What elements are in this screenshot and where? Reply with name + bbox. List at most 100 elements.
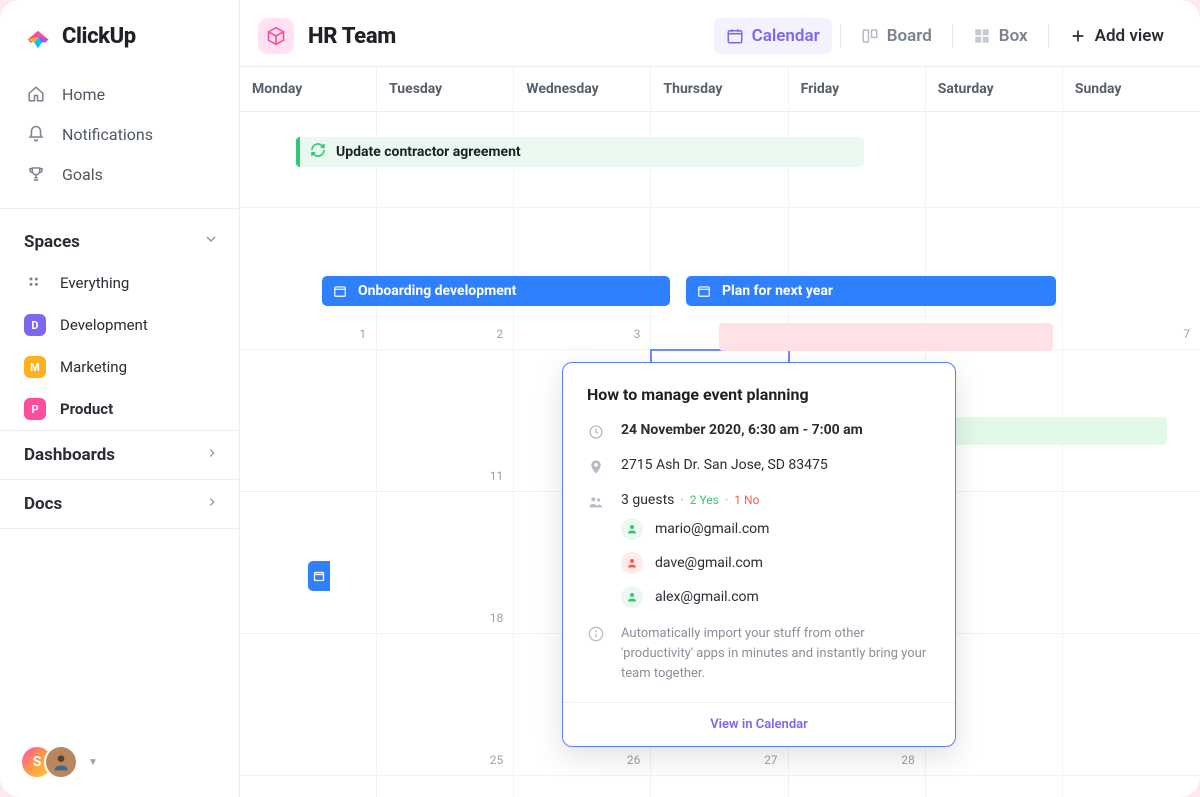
space-marketing[interactable]: M Marketing — [0, 346, 239, 388]
calendar-cell[interactable]: 11 — [377, 350, 514, 492]
sidebar: ClickUp Home Notifications Goals — [0, 0, 240, 797]
tab-board[interactable]: Board — [849, 18, 944, 54]
calendar-cell[interactable]: 1 — [651, 776, 788, 797]
calendar-cell[interactable]: 3 — [926, 776, 1063, 797]
day-number: 26 — [627, 753, 641, 767]
spaces-header-label: Spaces — [24, 232, 80, 252]
nav-home[interactable]: Home — [12, 74, 227, 114]
calendar-header: Monday Tuesday Wednesday Thursday Friday… — [240, 67, 1200, 112]
event-bar[interactable] — [719, 323, 1053, 351]
chevron-down-icon — [203, 231, 219, 252]
nav-goals[interactable]: Goals — [12, 154, 227, 194]
space-everything-label: Everything — [60, 274, 129, 292]
user-icon — [621, 518, 643, 540]
calendar-cell[interactable] — [240, 350, 377, 492]
main: HR Team Calendar Board — [240, 0, 1200, 797]
guests-count: 3 guests — [621, 492, 674, 508]
topbar: HR Team Calendar Board — [240, 0, 1200, 67]
event-title: Onboarding development — [358, 283, 516, 299]
nav-home-label: Home — [62, 85, 105, 104]
guests-yes: 2 Yes — [690, 493, 719, 507]
tab-box[interactable]: Box — [961, 18, 1040, 54]
section-docs[interactable]: Docs — [0, 479, 239, 529]
space-label: Product — [60, 400, 113, 418]
guest-email: dave@gmail.com — [655, 555, 763, 571]
clock-icon — [587, 423, 605, 441]
section-docs-label: Docs — [24, 494, 62, 514]
calendar-cell[interactable]: 29 — [240, 776, 377, 797]
tab-calendar[interactable]: Calendar — [714, 18, 832, 54]
guest-email: alex@gmail.com — [655, 589, 759, 605]
board-icon — [861, 27, 879, 45]
workspace-icon[interactable] — [258, 18, 294, 54]
grid-icon — [24, 272, 46, 294]
divider — [1048, 25, 1049, 47]
calendar-cell[interactable] — [1063, 112, 1200, 208]
calendar-cell[interactable]: 18 — [377, 492, 514, 634]
calendar-cell[interactable] — [1063, 634, 1200, 776]
calendar-cell[interactable]: 31 — [514, 776, 651, 797]
avatar-stack: S — [20, 745, 78, 779]
caret-down-icon: ▼ — [88, 757, 98, 768]
calendar-cell[interactable]: 2 — [789, 776, 926, 797]
home-icon — [26, 84, 46, 104]
nav-notifications[interactable]: Notifications — [12, 114, 227, 154]
weekday: Saturday — [926, 67, 1063, 111]
view-tabs: Calendar Board Box — [714, 18, 1176, 54]
calendar-cell[interactable]: 25 — [377, 634, 514, 776]
weekday: Tuesday — [377, 67, 514, 111]
chevron-right-icon — [205, 494, 219, 514]
tab-box-label: Box — [999, 26, 1028, 46]
weekday: Monday — [240, 67, 377, 111]
calendar-cell[interactable] — [926, 112, 1063, 208]
calendar-icon — [696, 283, 712, 299]
space-label: Marketing — [60, 358, 127, 376]
calendar: Monday Tuesday Wednesday Thursday Friday… — [240, 67, 1200, 797]
space-badge: M — [24, 356, 46, 378]
event-stub[interactable] — [308, 561, 330, 591]
view-in-calendar-link[interactable]: View in Calendar — [563, 702, 955, 746]
space-badge: P — [24, 398, 46, 420]
logo[interactable]: ClickUp — [0, 0, 239, 68]
spaces-header[interactable]: Spaces — [0, 217, 239, 262]
calendar-cell[interactable] — [1063, 492, 1200, 634]
divider — [0, 208, 239, 209]
plus-icon — [1069, 27, 1087, 45]
calendar-cell[interactable] — [240, 634, 377, 776]
info-icon — [587, 625, 605, 643]
recurring-icon — [310, 142, 326, 162]
guest-row: mario@gmail.com — [621, 518, 931, 540]
add-view-button[interactable]: Add view — [1057, 18, 1176, 54]
day-number: 18 — [490, 611, 504, 625]
space-development[interactable]: D Development — [0, 304, 239, 346]
space-label: Development — [60, 316, 148, 334]
people-icon — [587, 493, 605, 511]
tab-board-label: Board — [887, 26, 932, 46]
bell-icon — [26, 124, 46, 144]
nav-notifications-label: Notifications — [62, 125, 153, 144]
weekday: Friday — [789, 67, 926, 111]
day-number: 1 — [359, 327, 366, 341]
calendar-cell[interactable]: 4 — [1063, 776, 1200, 797]
workspace-title: HR Team — [308, 24, 396, 49]
space-product[interactable]: P Product — [0, 388, 239, 430]
section-dashboards[interactable]: Dashboards — [0, 430, 239, 479]
logo-text: ClickUp — [62, 24, 136, 49]
box-icon — [973, 27, 991, 45]
guests-no: 1 No — [734, 493, 759, 507]
calendar-icon — [332, 283, 348, 299]
event-contractor[interactable]: Update contractor agreement — [296, 137, 864, 167]
user-menu[interactable]: S ▼ — [0, 727, 239, 797]
popover-location: 2715 Ash Dr. San Jose, SD 83475 — [621, 457, 828, 473]
space-badge: D — [24, 314, 46, 336]
space-everything[interactable]: Everything — [0, 262, 239, 304]
app-frame: ClickUp Home Notifications Goals — [0, 0, 1200, 797]
day-number: 7 — [1183, 327, 1190, 341]
event-plan[interactable]: Plan for next year — [686, 276, 1056, 306]
user-icon — [621, 552, 643, 574]
divider — [840, 25, 841, 47]
guest-email: mario@gmail.com — [655, 521, 769, 537]
event-onboarding[interactable]: Onboarding development — [322, 276, 670, 306]
calendar-cell[interactable]: 30 — [377, 776, 514, 797]
calendar-cell[interactable]: 7 — [1063, 208, 1200, 350]
